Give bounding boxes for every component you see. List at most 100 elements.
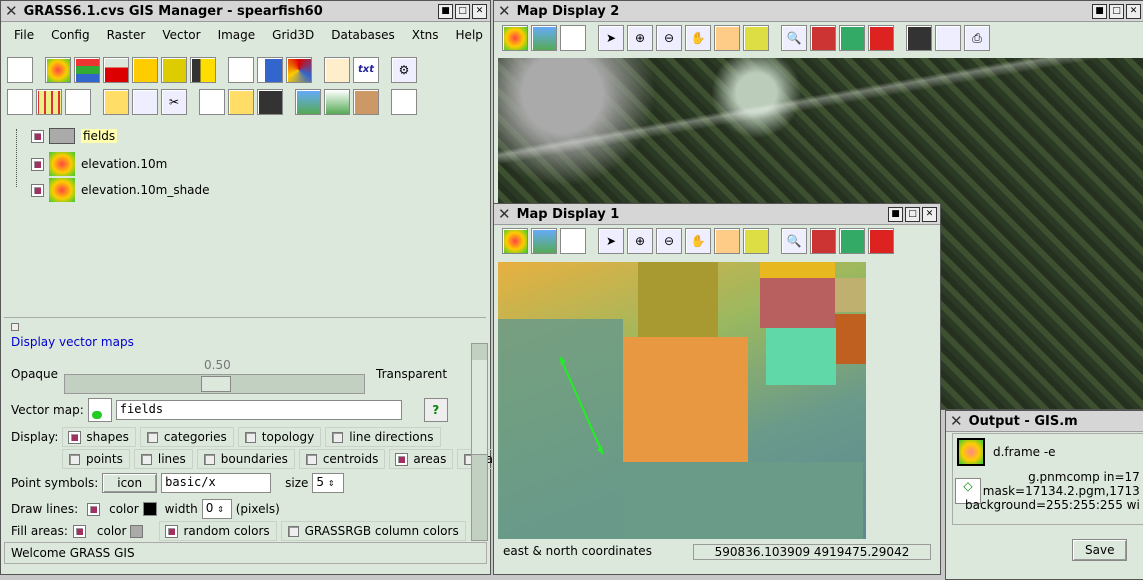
title-bar[interactable]: ✕ Output - GIS.m: [946, 411, 1143, 432]
arrows-button[interactable]: [161, 57, 187, 83]
copy-icon[interactable]: [132, 89, 158, 115]
fill-color-swatch[interactable]: [130, 524, 144, 538]
opacity-slider[interactable]: [64, 374, 365, 394]
zoom-saved-icon[interactable]: [868, 228, 894, 254]
query-icon[interactable]: [714, 25, 740, 51]
folder-icon[interactable]: [103, 89, 129, 115]
menu-config[interactable]: Config: [42, 28, 98, 42]
slider-handle[interactable]: [200, 376, 231, 392]
raster-button[interactable]: [45, 57, 71, 83]
pointer-icon[interactable]: ➤: [598, 25, 624, 51]
menu-vector[interactable]: Vector: [153, 28, 208, 42]
menu-image[interactable]: Image: [209, 28, 264, 42]
points-checkbox[interactable]: points: [62, 449, 130, 469]
zoom-out-icon[interactable]: ⊖: [656, 228, 682, 254]
line-directions-checkbox[interactable]: line directions: [325, 427, 441, 447]
zoom-out-icon[interactable]: ⊖: [656, 25, 682, 51]
areas-checkbox[interactable]: areas: [389, 449, 454, 469]
boundaries-checkbox[interactable]: boundaries: [196, 449, 295, 469]
vector-select-button[interactable]: [87, 398, 112, 422]
close-button[interactable]: ✕: [1126, 3, 1141, 19]
centroids-checkbox[interactable]: centroids: [298, 449, 386, 469]
save-button[interactable]: Save: [1072, 539, 1128, 561]
menu-file[interactable]: File: [5, 28, 42, 42]
pane-sash[interactable]: [11, 323, 19, 331]
menu-databases[interactable]: Databases: [322, 28, 403, 42]
display-button[interactable]: [295, 89, 321, 115]
menu-raster[interactable]: Raster: [98, 28, 154, 42]
cut-icon[interactable]: ✂: [161, 89, 187, 115]
zoom-menu-icon[interactable]: 🔍: [781, 25, 807, 51]
menu-help[interactable]: Help: [447, 28, 491, 42]
layer-checkbox[interactable]: [31, 183, 44, 197]
chart-button[interactable]: [257, 57, 283, 83]
query-button[interactable]: [324, 89, 350, 115]
layer-item[interactable]: elevation.10m: [31, 152, 167, 176]
scrollbar[interactable]: [471, 343, 488, 541]
line-color-swatch[interactable]: [142, 502, 157, 516]
draw-lines-checkbox[interactable]: [87, 502, 101, 516]
scalebar-button[interactable]: [65, 89, 91, 115]
pan-icon[interactable]: ✋: [685, 25, 711, 51]
erase-button[interactable]: [560, 228, 586, 254]
frame-icon[interactable]: [957, 438, 985, 466]
pan-icon[interactable]: ✋: [685, 228, 711, 254]
title-bar[interactable]: ✕ Map Display 2 ■ □ ✕: [494, 1, 1143, 22]
gear-icon[interactable]: ⚙: [391, 57, 417, 83]
icon-button[interactable]: icon: [102, 473, 158, 493]
fill-areas-checkbox[interactable]: [72, 524, 86, 538]
zoom-in-icon[interactable]: ⊕: [627, 25, 653, 51]
title-bar[interactable]: ✕ Map Display 1 ■ □ ✕: [494, 204, 940, 225]
lines-checkbox[interactable]: lines: [133, 449, 193, 469]
overlay-button[interactable]: [353, 89, 379, 115]
help-button[interactable]: ?: [423, 398, 448, 422]
title-bar[interactable]: ✕ GRASS6.1.cvs GIS Manager - spearfish60 …: [1, 1, 490, 22]
label-button[interactable]: [324, 57, 350, 83]
print-icon[interactable]: ⎙: [964, 25, 990, 51]
redraw-button[interactable]: [502, 228, 528, 254]
zoom-saved-icon[interactable]: [868, 25, 894, 51]
minus-icon[interactable]: [935, 25, 961, 51]
layer-checkbox[interactable]: [31, 157, 44, 171]
random-colors-checkbox[interactable]: random colors: [159, 521, 277, 541]
iconify-button[interactable]: ■: [888, 206, 903, 222]
shapes-checkbox[interactable]: shapes: [62, 427, 136, 447]
pointer-icon[interactable]: ➤: [598, 228, 624, 254]
north-arrow-button[interactable]: [7, 89, 33, 115]
iconify-button[interactable]: ■: [1092, 3, 1107, 19]
categories-checkbox[interactable]: categories: [139, 427, 234, 447]
open-icon[interactable]: [228, 89, 254, 115]
zoom-menu-icon[interactable]: 🔍: [781, 228, 807, 254]
query-icon[interactable]: [714, 228, 740, 254]
menu-grid3d[interactable]: Grid3D: [263, 28, 322, 42]
new-file-icon[interactable]: [199, 89, 225, 115]
zoom-default-icon[interactable]: [839, 25, 865, 51]
save-icon[interactable]: [257, 89, 283, 115]
text-button[interactable]: txt: [353, 57, 379, 83]
layer-checkbox[interactable]: [31, 129, 44, 143]
legend-button[interactable]: [132, 57, 158, 83]
close-button[interactable]: ✕: [922, 206, 937, 222]
grassrgb-checkbox[interactable]: GRASSRGB column colors: [280, 521, 466, 541]
close-button[interactable]: ✕: [472, 3, 487, 19]
grid-button[interactable]: [36, 89, 62, 115]
histogram-button[interactable]: [103, 57, 129, 83]
width-spinbox[interactable]: 0 ⇕: [201, 499, 232, 519]
maximize-button[interactable]: □: [905, 206, 920, 222]
save-icon[interactable]: [906, 25, 932, 51]
measure-icon[interactable]: [743, 25, 769, 51]
layer-item[interactable]: fields: [31, 128, 118, 144]
redraw-all-button[interactable]: [531, 228, 557, 254]
zoom-region-icon[interactable]: [810, 228, 836, 254]
redraw-button[interactable]: [502, 25, 528, 51]
maximize-button[interactable]: □: [455, 3, 470, 19]
new-display-button[interactable]: [7, 57, 33, 83]
measure-icon[interactable]: [743, 228, 769, 254]
digitize-icon[interactable]: [391, 89, 417, 115]
map-canvas[interactable]: [498, 262, 866, 539]
layer-item[interactable]: elevation.10m_shade: [31, 178, 210, 202]
redraw-all-button[interactable]: [531, 25, 557, 51]
symbol-input[interactable]: basic/x: [161, 473, 272, 493]
zoom-in-icon[interactable]: ⊕: [627, 228, 653, 254]
iconify-button[interactable]: ■: [438, 3, 453, 19]
